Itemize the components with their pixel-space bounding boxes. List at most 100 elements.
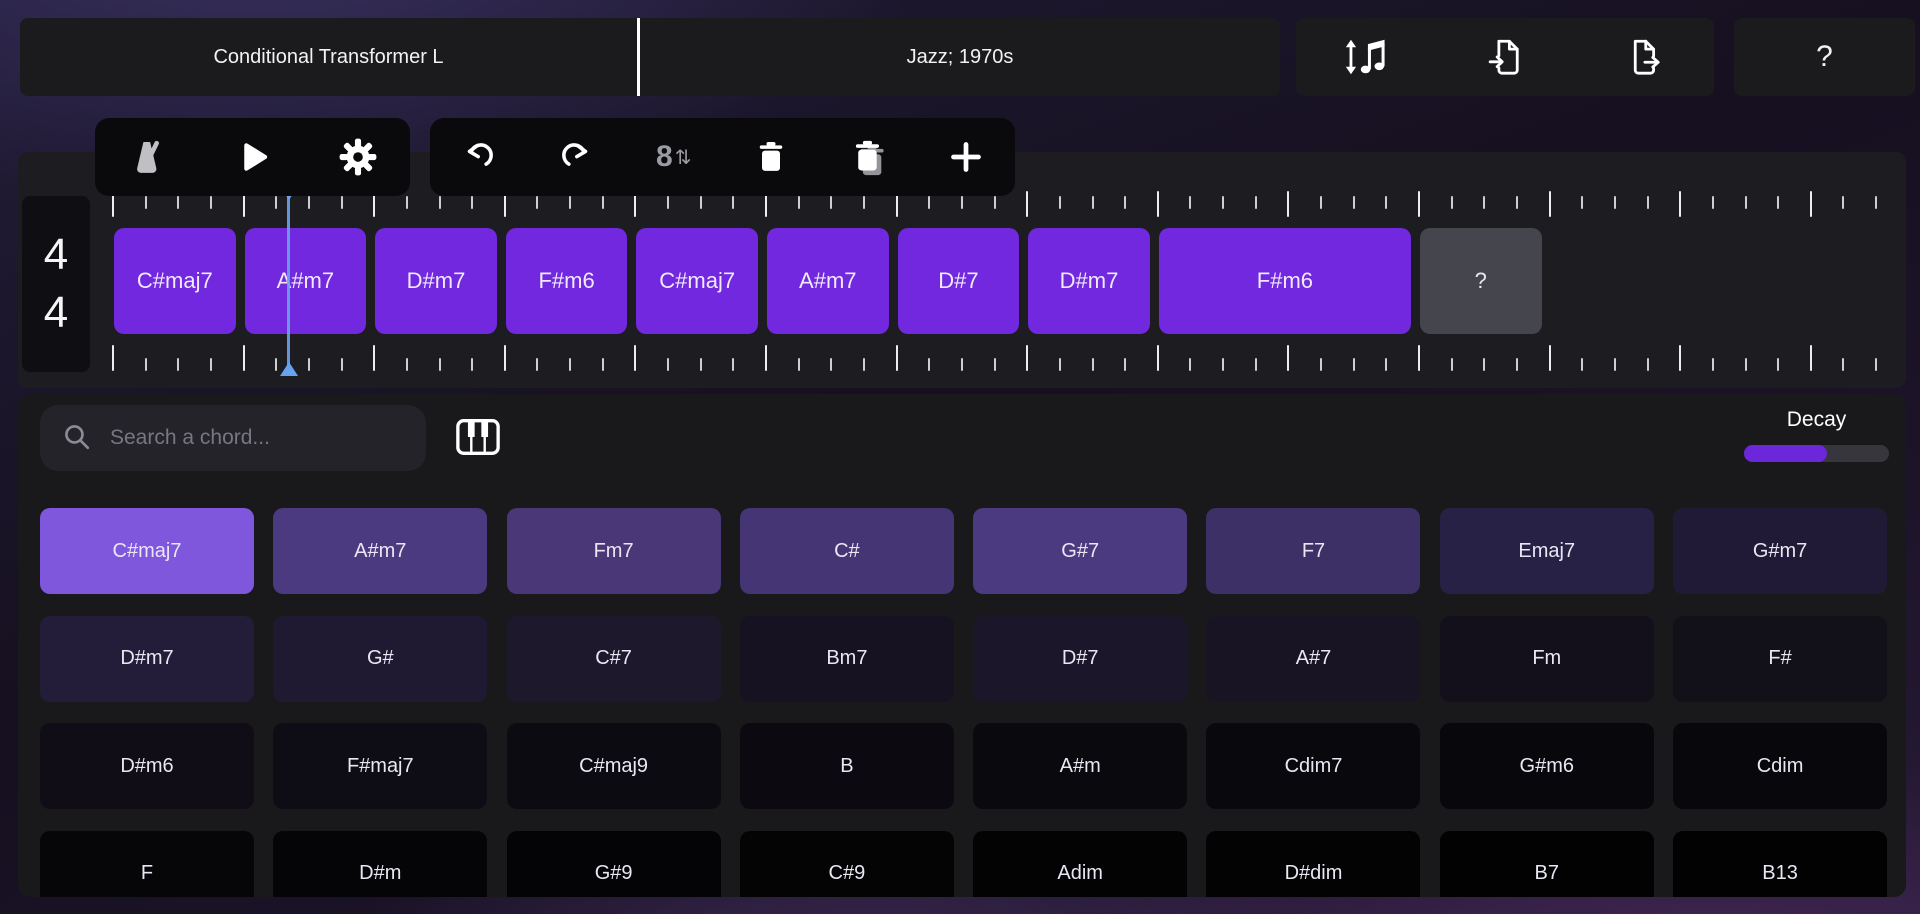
chord-suggestion-card[interactable]: G#m6 bbox=[1439, 723, 1654, 809]
timeline-chord[interactable]: D#7 bbox=[897, 228, 1020, 334]
chord-suggestion-card[interactable]: Bm7 bbox=[739, 615, 954, 702]
ruler-tick bbox=[960, 358, 963, 371]
chord-suggestion-card[interactable]: A#m bbox=[973, 723, 1188, 809]
timeline-chord-label: C#maj7 bbox=[659, 268, 736, 293]
metronome-button[interactable] bbox=[120, 129, 176, 185]
ruler-tick bbox=[1679, 345, 1682, 371]
ruler-tick bbox=[1189, 196, 1192, 209]
timeline-chord-placeholder[interactable]: ? bbox=[1420, 228, 1542, 334]
model-selector-label: Conditional Transformer L bbox=[213, 45, 444, 68]
chord-suggestion-card[interactable]: C# bbox=[739, 508, 954, 594]
timeline-chord[interactable]: C#maj7 bbox=[636, 228, 758, 334]
undo-icon bbox=[460, 138, 498, 176]
ruler-tick bbox=[928, 196, 931, 209]
chord-suggestion-card[interactable]: C#9 bbox=[739, 830, 954, 897]
ruler-tick bbox=[1875, 196, 1878, 209]
chord-suggestion-card[interactable]: G# bbox=[273, 615, 488, 702]
help-button[interactable]: ? bbox=[1734, 18, 1915, 96]
delete-all-button[interactable] bbox=[841, 129, 897, 185]
ruler-tick bbox=[1777, 196, 1780, 209]
ruler-tick bbox=[601, 196, 604, 209]
search-input[interactable] bbox=[108, 425, 402, 451]
chord-suggestion-card[interactable]: D#m7 bbox=[40, 615, 254, 702]
transpose-button[interactable] bbox=[1338, 29, 1394, 85]
timeline-chord[interactable]: F#m6 bbox=[1158, 228, 1411, 334]
timeline-chord[interactable]: F#m6 bbox=[505, 228, 628, 334]
chord-suggestion-card[interactable]: F# bbox=[1673, 615, 1888, 702]
chord-suggestion-label: D#dim bbox=[1284, 862, 1343, 884]
ruler-tick bbox=[112, 345, 114, 371]
chord-suggestion-card[interactable]: A#m7 bbox=[273, 508, 488, 594]
ruler-tick bbox=[144, 196, 147, 209]
ruler-tick bbox=[1613, 196, 1616, 209]
chord-suggestion-card[interactable]: Fm bbox=[1439, 615, 1654, 702]
timeline-chord[interactable]: A#m7 bbox=[767, 228, 889, 334]
chord-suggestion-card[interactable]: F7 bbox=[1206, 508, 1421, 594]
chord-suggestion-card[interactable]: D#m bbox=[273, 830, 488, 897]
ruler-tick bbox=[732, 196, 735, 209]
ruler-tick bbox=[275, 358, 278, 371]
timeline-chord[interactable]: A#m7 bbox=[244, 228, 367, 334]
chord-suggestion-card[interactable]: Cdim bbox=[1673, 723, 1888, 809]
chord-suggestion-card[interactable]: Emaj7 bbox=[1439, 508, 1654, 594]
ruler-tick bbox=[1581, 196, 1584, 209]
chord-suggestion-card[interactable]: D#dim bbox=[1206, 830, 1421, 897]
decay-slider[interactable] bbox=[1744, 445, 1889, 462]
timeline-chord-label: A#m7 bbox=[799, 268, 857, 293]
chord-suggestion-card[interactable]: A#7 bbox=[1206, 615, 1421, 702]
redo-button[interactable] bbox=[548, 129, 604, 185]
ruler-tick bbox=[1026, 345, 1029, 371]
octave-toggle-button[interactable]: 8 ⇅ bbox=[646, 129, 702, 185]
ruler-tick bbox=[1254, 196, 1257, 209]
play-button[interactable] bbox=[225, 129, 281, 185]
time-signature[interactable]: 4 4 bbox=[22, 196, 90, 372]
chord-suggestion-card[interactable]: B13 bbox=[1673, 830, 1888, 897]
ruler-tick bbox=[1287, 191, 1290, 217]
export-file-button[interactable] bbox=[1616, 29, 1672, 85]
chord-suggestion-label: A#m bbox=[1059, 754, 1101, 777]
timeline-chord[interactable]: C#maj7 bbox=[114, 228, 236, 334]
ruler-tick bbox=[340, 358, 343, 371]
chord-suggestion-card[interactable]: Adim bbox=[973, 830, 1188, 897]
chord-suggestion-card[interactable]: C#7 bbox=[506, 615, 721, 702]
style-selector[interactable]: Jazz; 1970s bbox=[640, 18, 1280, 96]
chord-suggestion-card[interactable]: G#7 bbox=[973, 508, 1188, 594]
add-chord-button[interactable] bbox=[938, 129, 994, 185]
chord-suggestion-label: G# bbox=[366, 647, 394, 669]
chord-suggestion-card[interactable]: Cdim7 bbox=[1206, 723, 1421, 809]
chord-suggestion-card[interactable]: G#9 bbox=[506, 830, 721, 897]
ruler-tick bbox=[373, 345, 376, 371]
playhead-bottom-handle[interactable] bbox=[279, 362, 298, 376]
playhead[interactable] bbox=[279, 186, 299, 376]
chord-suggestion-card[interactable]: Fm7 bbox=[506, 508, 721, 594]
piano-view-button[interactable] bbox=[452, 411, 504, 463]
ruler-tick bbox=[503, 345, 506, 371]
ruler-tick bbox=[1646, 358, 1649, 371]
ruler-tick bbox=[307, 358, 310, 371]
decay-label: Decay bbox=[1786, 408, 1847, 431]
timeline-chord[interactable]: D#m7 bbox=[375, 228, 497, 334]
chord-suggestion-card[interactable]: B bbox=[739, 723, 954, 809]
chord-suggestion-card[interactable]: F bbox=[40, 830, 254, 897]
ruler-tick bbox=[1875, 358, 1878, 371]
ruler-tick bbox=[1548, 345, 1551, 371]
chord-suggestion-card-selected[interactable]: C#maj7 bbox=[40, 508, 254, 594]
chord-suggestion-card[interactable]: D#7 bbox=[973, 615, 1188, 702]
chord-suggestion-label: B13 bbox=[1762, 862, 1798, 884]
chord-suggestions-panel: Decay C#maj7 A#m7 Fm7 C# G#7 F7 Emaj7 G#m7 D#m7 G… bbox=[18, 394, 1906, 897]
ruler-tick bbox=[1842, 358, 1845, 371]
chord-suggestion-card[interactable]: G#m7 bbox=[1673, 508, 1888, 594]
undo-button[interactable] bbox=[451, 129, 507, 185]
chord-suggestion-card[interactable]: D#m6 bbox=[40, 723, 254, 809]
model-style-bar: Conditional Transformer L Jazz; 1970s bbox=[20, 18, 1280, 96]
timeline-chord[interactable]: D#m7 bbox=[1028, 228, 1150, 334]
model-selector[interactable]: Conditional Transformer L bbox=[20, 18, 637, 96]
ruler-tick bbox=[1189, 358, 1192, 371]
chord-suggestion-card[interactable]: B7 bbox=[1439, 830, 1654, 897]
settings-button[interactable] bbox=[330, 129, 386, 185]
import-file-button[interactable] bbox=[1477, 29, 1533, 85]
delete-chord-button[interactable] bbox=[743, 129, 799, 185]
search-icon bbox=[62, 422, 94, 454]
chord-suggestion-card[interactable]: F#maj7 bbox=[273, 723, 488, 809]
chord-suggestion-card[interactable]: C#maj9 bbox=[506, 723, 721, 809]
